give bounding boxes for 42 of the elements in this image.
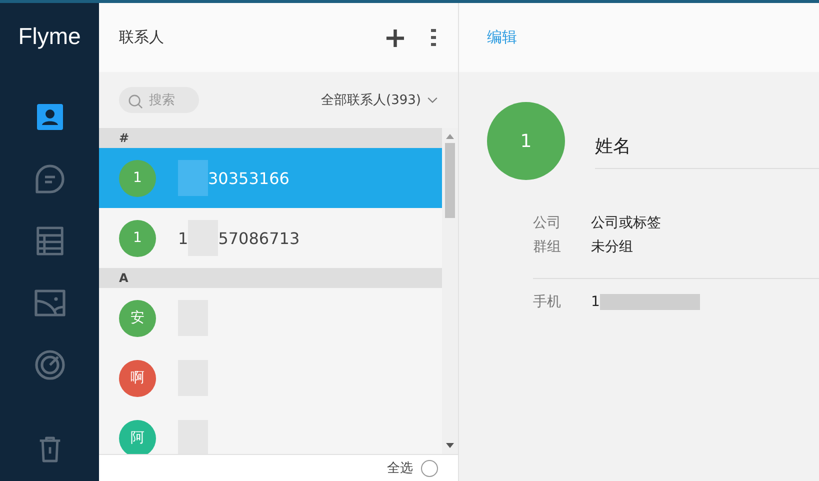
contact-row[interactable]: 啊	[99, 348, 442, 408]
scrollbar[interactable]	[442, 128, 458, 454]
field-value: 公司或标签	[591, 214, 661, 232]
contact-row[interactable]: 阿	[99, 408, 442, 454]
contact-avatar: 1	[119, 220, 156, 256]
contact-row[interactable]: 1 30353166	[99, 148, 442, 208]
contact-name: 30353166	[208, 168, 290, 188]
field-value: 未分组	[591, 238, 633, 256]
contact-row[interactable]: 安	[99, 288, 442, 348]
section-letter: A	[119, 271, 128, 285]
add-button[interactable]: +	[384, 24, 407, 52]
blurred-mask	[178, 160, 208, 196]
contact-name: 57086713	[218, 228, 300, 248]
contact-avatar: 1	[119, 160, 156, 196]
contact-avatar: 1	[487, 102, 565, 180]
trash-icon	[38, 435, 62, 463]
field-label: 群组	[533, 238, 561, 256]
contact-avatar: 安	[119, 300, 156, 336]
image-icon	[34, 289, 66, 317]
table-icon	[36, 226, 64, 256]
more-menu-button[interactable]	[429, 27, 438, 48]
target-icon	[34, 349, 66, 381]
contact-name: 1	[178, 228, 188, 248]
contact-avatar: 阿	[119, 420, 156, 454]
contact-avatar: 啊	[119, 360, 156, 396]
phone-number: 1	[591, 294, 600, 310]
contact-row[interactable]: 1 1 57086713	[99, 208, 442, 268]
chat-bubble-icon	[34, 163, 66, 195]
search-icon	[128, 94, 143, 109]
select-all-label: 全选	[387, 460, 413, 477]
person-icon	[36, 103, 64, 131]
section-letter: #	[119, 131, 130, 145]
contact-filter-dropdown[interactable]: 全部联系人(393)	[321, 91, 438, 109]
search-field[interactable]: 搜索	[119, 87, 199, 113]
field-label: 公司	[533, 214, 561, 232]
name-field[interactable]: 姓名	[595, 122, 819, 168]
select-all-radio[interactable]	[421, 460, 438, 476]
panel-title: 联系人	[119, 28, 165, 47]
edit-link[interactable]: 编辑	[487, 28, 517, 47]
app-logo: Flyme	[18, 23, 81, 51]
chevron-down-icon	[427, 96, 438, 104]
field-label: 手机	[533, 293, 561, 311]
